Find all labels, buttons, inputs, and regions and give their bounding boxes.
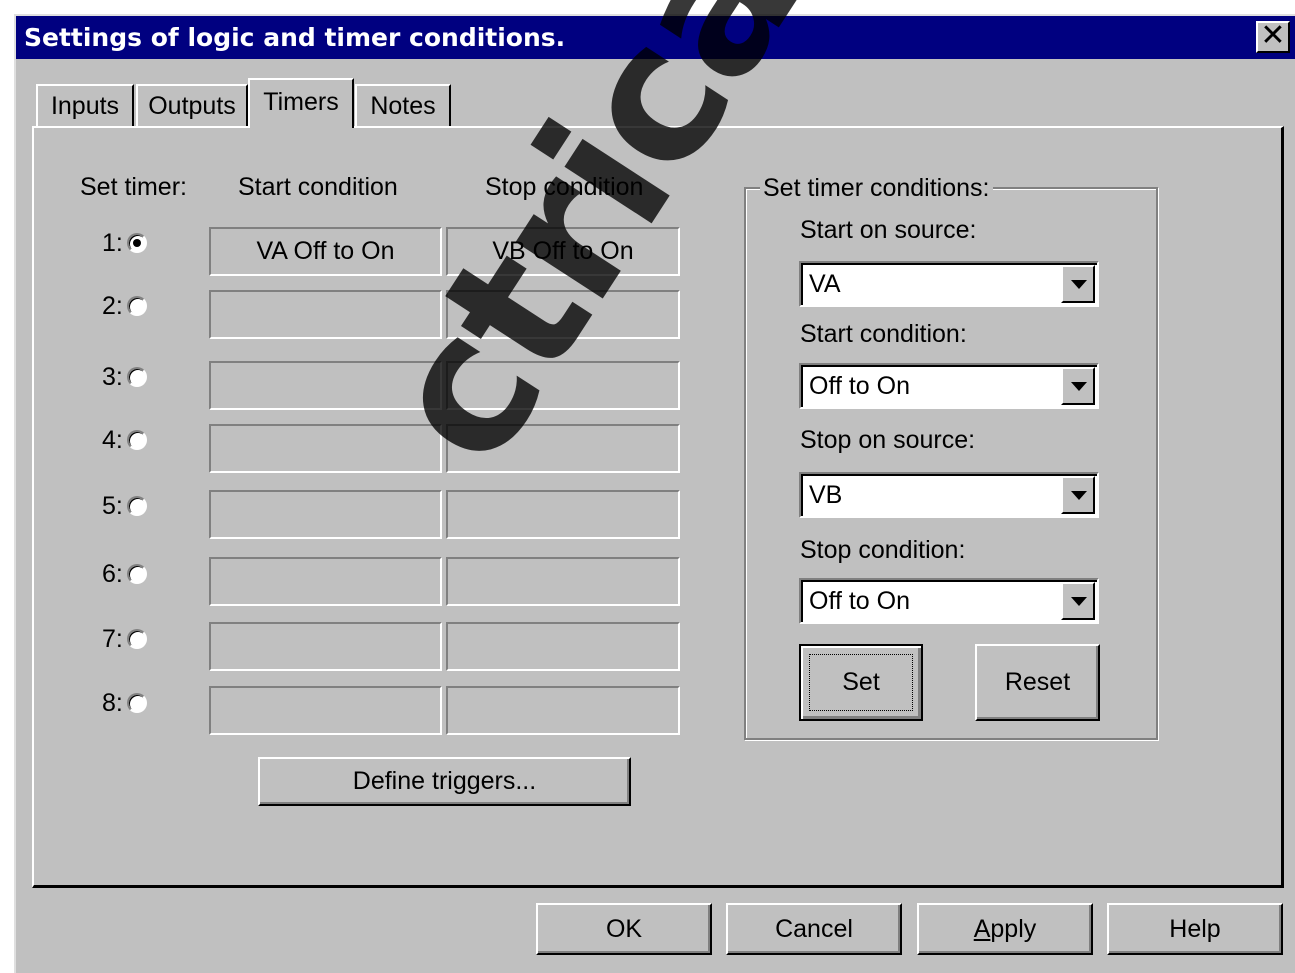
timer-8-radio[interactable] [127, 693, 147, 713]
start-condition-header: Start condition [238, 173, 398, 201]
start-source-label: Start on source: [800, 216, 977, 244]
set-button[interactable]: Set [799, 644, 923, 721]
stop-source-label: Stop on source: [800, 426, 976, 454]
start-condition-value: Off to On [809, 372, 910, 400]
define-triggers-label: Define triggers... [352, 767, 537, 795]
start-condition-label: Start condition: [800, 320, 967, 348]
stop-condition-select[interactable]: Off to On [799, 578, 1099, 624]
timer-row-label: 6: [102, 560, 123, 588]
group-title: Set timer conditions: [760, 174, 993, 203]
timer-2-radio[interactable] [127, 296, 147, 316]
radio-selected-dot [133, 239, 141, 247]
stop-condition-cell [446, 424, 680, 473]
ok-label: OK [605, 915, 643, 943]
cancel-button[interactable]: Cancel [726, 903, 902, 955]
stop-condition-cell: VB Off to On [446, 227, 680, 276]
start-condition-select[interactable]: Off to On [799, 363, 1099, 409]
stop-condition-label: Stop condition: [800, 536, 966, 564]
chevron-down-icon[interactable] [1061, 367, 1095, 405]
stop-condition-cell [446, 557, 680, 606]
start-source-select[interactable]: VA [799, 261, 1099, 307]
timer-row-label: 7: [102, 625, 123, 653]
reset-label: Reset [1004, 668, 1071, 696]
timer-5-radio[interactable] [127, 496, 147, 516]
start-condition-cell [209, 686, 442, 735]
timer-row-label: 2: [102, 292, 123, 320]
stop-condition-cell [446, 290, 680, 339]
timer-7-radio[interactable] [127, 629, 147, 649]
stop-condition-cell [446, 490, 680, 539]
apply-mnemonic: A [973, 915, 991, 943]
start-source-value: VA [809, 270, 841, 298]
stop-condition-header: Stop condition [485, 173, 644, 201]
group-title-text: Set timer conditions: [760, 174, 993, 202]
stop-condition-cell [446, 686, 680, 735]
apply-label: pply [990, 915, 1037, 943]
timer-row-label: 8: [102, 689, 123, 717]
start-condition-cell [209, 622, 442, 671]
focus-rect [809, 654, 913, 711]
timer-row-label: 3: [102, 363, 123, 391]
timer-3-radio[interactable] [127, 367, 147, 387]
start-condition-cell [209, 490, 442, 539]
timer-6-radio[interactable] [127, 564, 147, 584]
cancel-label: Cancel [775, 915, 853, 943]
start-condition-cell [209, 361, 442, 410]
stop-condition-cell [446, 622, 680, 671]
define-triggers-button[interactable]: Define triggers... [258, 757, 631, 806]
chevron-down-icon[interactable] [1061, 265, 1095, 303]
chevron-down-icon[interactable] [1061, 476, 1095, 514]
timer-1-radio[interactable] [127, 233, 147, 253]
stop-condition-value: Off to On [809, 587, 910, 615]
set-timer-header: Set timer: [80, 173, 187, 201]
timer-row-label: 4: [102, 426, 123, 454]
help-label: Help [1169, 915, 1221, 943]
help-button[interactable]: Help [1107, 903, 1283, 955]
start-condition-cell [209, 424, 442, 473]
timer-4-radio[interactable] [127, 430, 147, 450]
reset-button[interactable]: Reset [975, 644, 1100, 721]
stop-condition-cell [446, 361, 680, 410]
start-condition-cell [209, 557, 442, 606]
start-condition-cell: VA Off to On [209, 227, 442, 276]
stop-source-value: VB [809, 481, 843, 509]
apply-button[interactable]: Apply [917, 903, 1093, 955]
stop-source-select[interactable]: VB [799, 472, 1099, 518]
timer-row-label: 1: [102, 229, 123, 257]
start-condition-cell [209, 290, 442, 339]
chevron-down-icon[interactable] [1061, 582, 1095, 620]
timer-row-label: 5: [102, 492, 123, 520]
ok-button[interactable]: OK [536, 903, 712, 955]
